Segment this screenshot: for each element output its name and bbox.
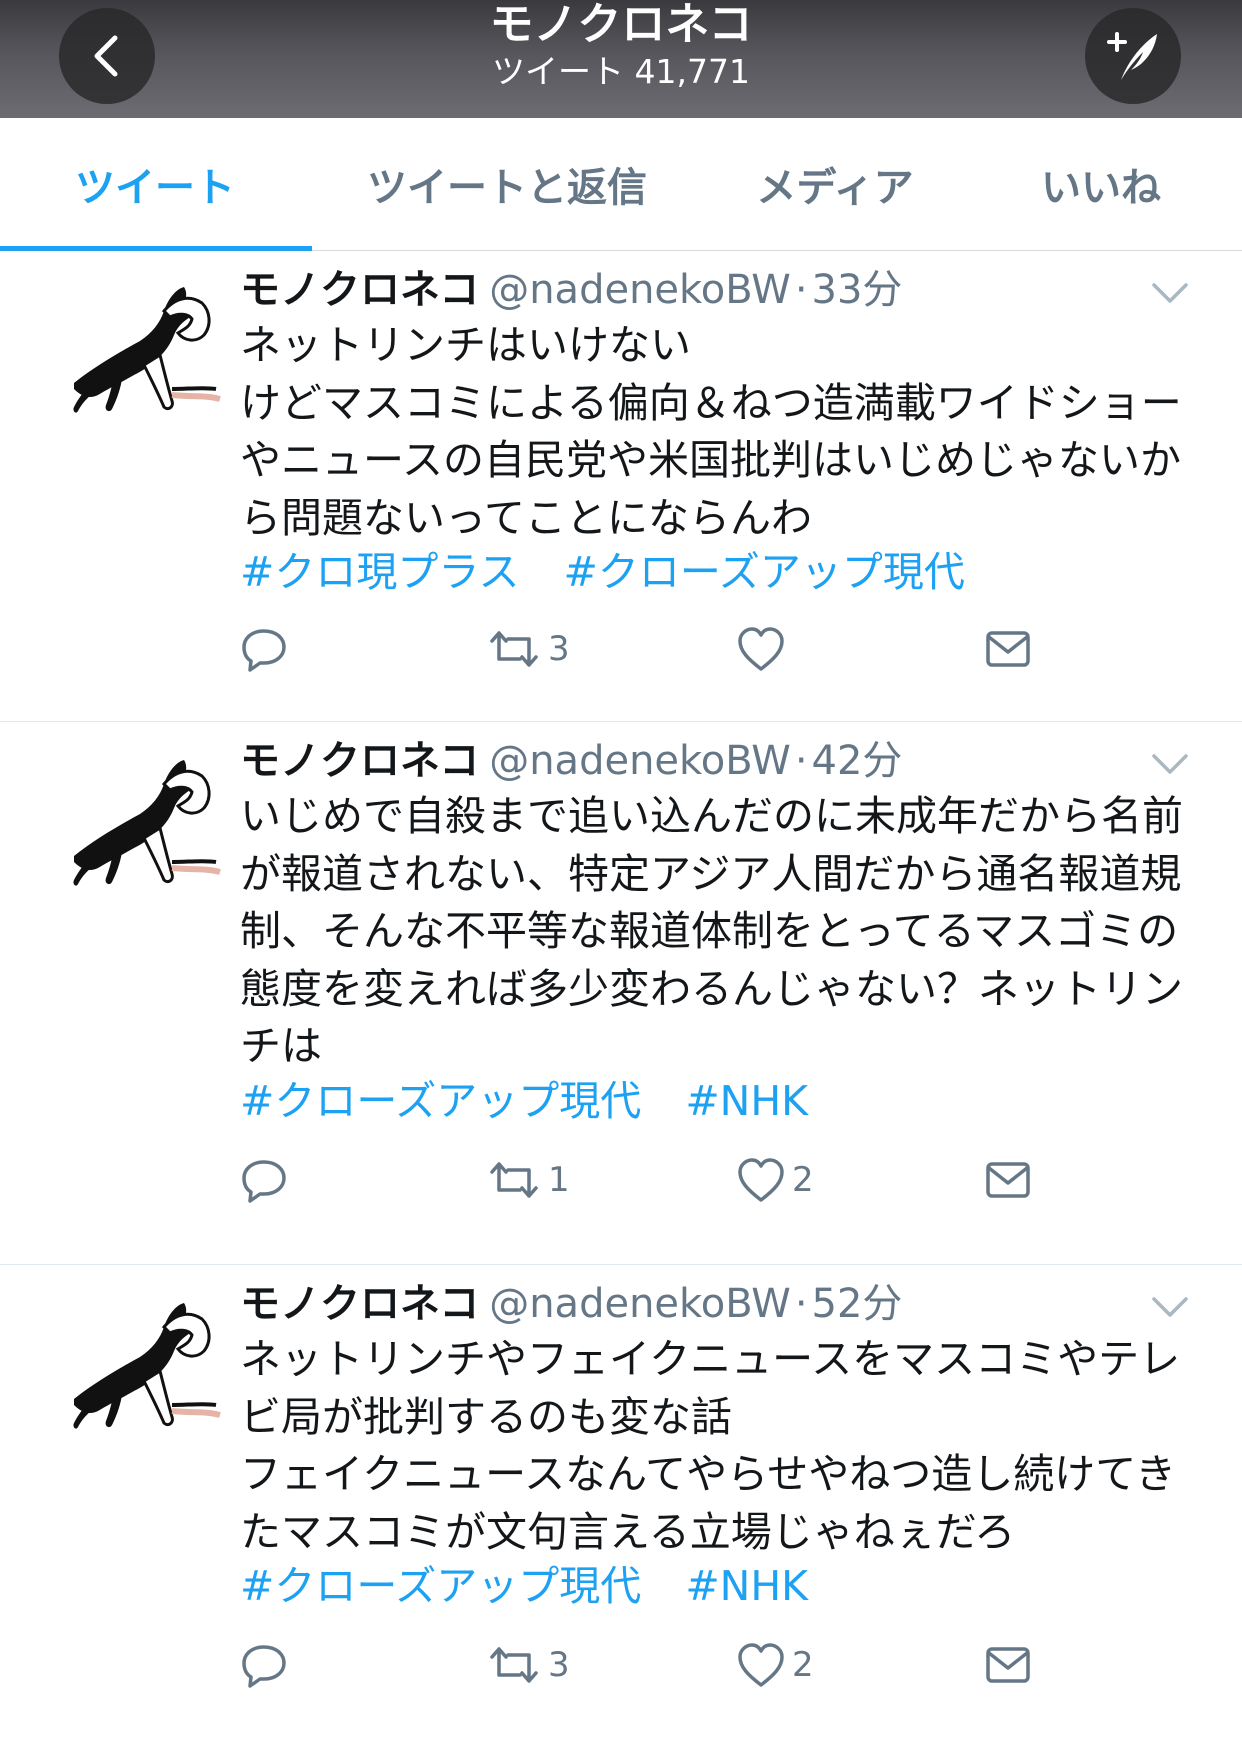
like-count: 2 xyxy=(792,1645,814,1685)
tweet-author-name[interactable]: モノクロネコ xyxy=(240,1281,479,1327)
tweet-author-handle[interactable]: @nadenekoBW xyxy=(489,1281,791,1327)
hashtag-link[interactable]: #クロ現プラス xyxy=(240,548,520,596)
envelope-icon xyxy=(986,631,1030,667)
tweet-timestamp[interactable]: 33分 xyxy=(812,267,903,313)
avatar[interactable] xyxy=(64,744,224,904)
reply-icon xyxy=(242,1645,286,1688)
avatar[interactable] xyxy=(64,271,224,431)
retweet-count: 3 xyxy=(548,629,570,669)
direct-message-button[interactable] xyxy=(984,1150,1032,1210)
tweet-hashtags: #クローズアップ現代 #NHK xyxy=(240,1072,852,1130)
tab-likes[interactable]: いいね xyxy=(946,118,1242,250)
like-button[interactable]: 2 xyxy=(736,1150,814,1210)
tweet-header: モノクロネコ @nadenekoBW · 52分 xyxy=(240,1277,902,1331)
compose-tweet-button[interactable] xyxy=(1085,8,1181,104)
retweet-icon xyxy=(490,1647,538,1683)
retweet-icon xyxy=(490,631,538,667)
reply-icon xyxy=(242,1160,286,1203)
hashtag-link[interactable]: #NHK xyxy=(685,1077,808,1125)
tweet-header: モノクロネコ @nadenekoBW · 42分 xyxy=(240,734,902,788)
heart-icon xyxy=(738,1643,784,1687)
reply-button[interactable] xyxy=(240,1150,294,1210)
retweet-button[interactable]: 3 xyxy=(486,1635,570,1695)
tweet-author-handle[interactable]: @nadenekoBW xyxy=(489,738,791,784)
tweet-text: ネットリンチはいけない けどマスコミによる偏向＆ねつ造満載ワイドショーやニュース… xyxy=(240,321,1182,542)
tab-media[interactable]: メディア xyxy=(680,118,990,250)
separator-dot: · xyxy=(794,267,808,313)
heart-icon xyxy=(738,627,784,671)
retweet-button[interactable]: 3 xyxy=(486,619,570,679)
tweet-hashtags: #クローズアップ現代 #NHK xyxy=(240,1557,852,1615)
hashtag-link[interactable]: #NHK xyxy=(685,1562,808,1610)
like-button[interactable] xyxy=(736,619,792,679)
direct-message-button[interactable] xyxy=(984,1635,1032,1695)
hashtag-link[interactable]: #クローズアップ現代 xyxy=(240,1562,641,1610)
tweet[interactable]: モノクロネコ @nadenekoBW · 52分 ネットリンチやフェイクニュースをマス… xyxy=(0,1265,1242,1739)
tweet-author-name[interactable]: モノクロネコ xyxy=(240,738,479,784)
tweet[interactable]: モノクロネコ @nadenekoBW · 42分 いじめで自殺まで追い込んだのに未成年… xyxy=(0,722,1242,1265)
tweet-timestamp[interactable]: 42分 xyxy=(812,738,903,784)
profile-tabs: ツイート ツイートと返信 メディア いいね xyxy=(0,118,1242,251)
chevron-down-icon[interactable] xyxy=(1150,279,1190,307)
tweet-count: ツイート 41,771 xyxy=(492,52,750,91)
hashtag-link[interactable]: #クローズアップ現代 xyxy=(240,1077,641,1125)
retweet-count: 3 xyxy=(548,1645,570,1685)
direct-message-button[interactable] xyxy=(984,619,1032,679)
tweet-author-name[interactable]: モノクロネコ xyxy=(240,267,479,313)
hashtag-link[interactable]: #クローズアップ現代 xyxy=(564,548,965,596)
like-button[interactable]: 2 xyxy=(736,1635,814,1695)
heart-icon xyxy=(738,1158,784,1202)
chevron-down-icon[interactable] xyxy=(1150,750,1190,778)
reply-button[interactable] xyxy=(240,619,294,679)
retweet-icon xyxy=(490,1162,538,1198)
tab-tweets-and-replies[interactable]: ツイートと返信 xyxy=(352,118,662,250)
reply-icon xyxy=(242,629,286,672)
tweet-author-handle[interactable]: @nadenekoBW xyxy=(489,267,791,313)
tweet-header: モノクロネコ @nadenekoBW · 33分 xyxy=(240,263,902,317)
tweet-hashtags: #クロ現プラス #クローズアップ現代 xyxy=(240,543,1009,601)
tweet-text: いじめで自殺まで追い込んだのに未成年だから名前が報道されない、特定アジア人間だか… xyxy=(240,792,1183,1070)
tweet-text: ネットリンチやフェイクニュースをマスコミやテレビ局が批判するのも変な話 フェイク… xyxy=(240,1335,1181,1556)
retweet-count: 1 xyxy=(548,1160,570,1200)
avatar[interactable] xyxy=(64,1287,224,1447)
tab-tweets[interactable]: ツイート xyxy=(0,118,310,250)
tweet-timestamp[interactable]: 52分 xyxy=(812,1281,903,1327)
reply-button[interactable] xyxy=(240,1635,294,1695)
separator-dot: · xyxy=(794,1281,808,1327)
profile-title: モノクロネコ xyxy=(489,0,753,50)
retweet-button[interactable]: 1 xyxy=(486,1150,570,1210)
tweet[interactable]: モノクロネコ @nadenekoBW · 33分 ネットリンチはいけない けどマスコミ… xyxy=(0,251,1242,722)
separator-dot: · xyxy=(794,738,808,784)
envelope-icon xyxy=(986,1647,1030,1683)
envelope-icon xyxy=(986,1162,1030,1198)
like-count: 2 xyxy=(792,1160,814,1200)
compose-feather-icon xyxy=(1107,32,1157,80)
chevron-down-icon[interactable] xyxy=(1150,1293,1190,1321)
profile-header: モノクロネコ ツイート 41,771 xyxy=(0,0,1242,118)
